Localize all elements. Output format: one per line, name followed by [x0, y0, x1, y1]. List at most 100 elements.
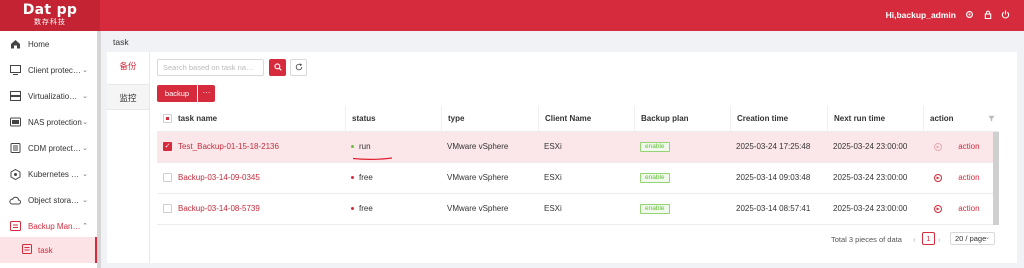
column-header: status [345, 106, 376, 132]
status-dot [351, 176, 354, 180]
play-icon[interactable]: ▶ [934, 204, 942, 213]
client-cell: ESXi [544, 204, 562, 213]
table-header: task name status type Client Name Backup… [157, 106, 999, 132]
total-count: Total 3 pieces of data [831, 235, 902, 244]
sidebar: Home Client protec… ⌄ Virtualizatio… ⌄ N… [0, 31, 100, 268]
chevron-down-icon: ⌄ [82, 171, 88, 178]
table-row[interactable]: ✓ Test_Backup-01-15-18-2136 run VMware v… [157, 132, 993, 163]
creation-time-cell: 2025-03-14 09:03:48 [736, 173, 811, 182]
virtualization-icon [8, 90, 22, 102]
plan-badge: enable [640, 141, 670, 152]
tab-monitor[interactable]: 监控 [107, 84, 149, 110]
type-cell: VMware vSphere [447, 173, 509, 182]
row-checkbox[interactable] [163, 173, 172, 182]
plan-cell: enable [634, 194, 670, 224]
chevron-down-icon: ⌄ [82, 197, 88, 204]
sidebar-item-client-protection[interactable]: Client protec… ⌄ [0, 57, 96, 83]
chevron-down-icon: ⌄ [984, 235, 990, 241]
sidebar-scrollbar[interactable] [97, 31, 101, 268]
chevron-down-icon: ⌄ [82, 119, 88, 126]
sidebar-item-label: CDM protect… [28, 143, 81, 153]
sidebar-item-kubernetes[interactable]: Kubernetes … ⌄ [0, 161, 96, 187]
tab-backup[interactable]: 备份 [107, 53, 149, 79]
power-icon[interactable] [1001, 10, 1010, 21]
logo-sub-text: 数存科技 [34, 19, 66, 26]
refresh-icon [295, 62, 303, 73]
column-header: Next run time [827, 106, 885, 132]
chevron-up-icon: ⌃ [82, 223, 88, 230]
table-scrollbar[interactable] [993, 132, 999, 225]
status-text: free [359, 204, 373, 213]
cdm-icon [8, 142, 22, 154]
page-number-button[interactable]: 1 [922, 232, 935, 245]
breadcrumb: task [113, 37, 129, 47]
sidebar-item-backup-manager[interactable]: Backup Man… ⌃ [0, 213, 96, 239]
table-row[interactable]: Backup-03-14-08-5739 free VMware vSphere… [157, 194, 993, 225]
plan-badge: enable [640, 172, 670, 183]
play-icon[interactable]: ▶ [934, 173, 942, 182]
task-name-link[interactable]: Backup-03-14-09-0345 [172, 163, 260, 193]
column-header: Creation time [730, 106, 788, 132]
sidebar-subitem-task[interactable]: task [0, 237, 97, 263]
search-input[interactable] [157, 59, 264, 76]
sidebar-item-nas-protection[interactable]: NAS protection ⌄ [0, 109, 96, 135]
row-checkbox[interactable] [163, 204, 172, 213]
column-header: task name [178, 114, 218, 123]
sidebar-item-label: Client protec… [28, 65, 81, 75]
type-cell: VMware vSphere [447, 204, 509, 213]
chevron-down-icon: ⌄ [82, 93, 88, 100]
play-icon[interactable]: ▶ [934, 142, 942, 151]
column-header: type [441, 106, 464, 132]
search-icon [273, 62, 282, 73]
refresh-button[interactable] [290, 59, 307, 76]
sidebar-item-virtualization[interactable]: Virtualizatio… ⌄ [0, 83, 96, 109]
status-text: free [359, 173, 373, 182]
task-name-link[interactable]: Test_Backup-01-15-18-2136 [172, 132, 279, 162]
backup-button[interactable]: backup [157, 85, 197, 102]
column-header: Client Name [538, 106, 591, 132]
client-cell: ESXi [544, 173, 562, 182]
search-button[interactable] [269, 59, 286, 76]
next-run-cell: 2025-03-24 23:00:00 [833, 173, 908, 182]
creation-time-cell: 2025-03-24 17:25:48 [736, 142, 811, 151]
filter-icon[interactable] [988, 115, 995, 124]
home-icon [8, 38, 22, 50]
action-link[interactable]: action [958, 173, 979, 182]
nas-icon [8, 116, 22, 128]
column-header: action [923, 106, 954, 132]
plan-badge: enable [640, 203, 670, 214]
status-dot [351, 145, 354, 149]
plan-cell: enable [634, 132, 670, 162]
prev-page-icon[interactable]: ‹ [913, 235, 916, 244]
sidebar-item-label: Backup Man… [28, 221, 81, 231]
task-name-link[interactable]: Backup-03-14-08-5739 [172, 194, 260, 224]
more-button[interactable]: ··· [198, 85, 215, 102]
client-cell: ESXi [544, 142, 562, 151]
logo[interactable]: Dat pp 数存科技 [0, 0, 100, 31]
table-row[interactable]: Backup-03-14-09-0345 free VMware vSphere… [157, 163, 993, 194]
status-text: run [359, 142, 371, 151]
annotation-underline [352, 157, 393, 161]
creation-time-cell: 2025-03-14 08:57:41 [736, 204, 811, 213]
select-all-checkbox[interactable] [163, 114, 172, 123]
next-page-icon[interactable]: › [938, 235, 941, 244]
action-link[interactable]: action [958, 204, 979, 213]
action-link[interactable]: action [958, 142, 979, 151]
status-dot [351, 207, 354, 211]
next-run-cell: 2025-03-24 23:00:00 [833, 142, 908, 151]
cloud-icon [8, 194, 22, 206]
row-checkbox[interactable]: ✓ [163, 142, 172, 151]
lock-icon[interactable] [984, 10, 992, 21]
task-icon [22, 244, 32, 256]
page-size-select[interactable]: 20 / page ⌄ [950, 232, 995, 245]
client-icon [8, 64, 22, 76]
sidebar-item-home[interactable]: Home [0, 31, 96, 57]
sidebar-item-object-storage[interactable]: Object stora… ⌄ [0, 187, 96, 213]
action-cell: ▶ action [928, 163, 980, 193]
gear-icon[interactable] [965, 10, 974, 21]
status-cell: free [345, 194, 373, 224]
status-cell: free [345, 163, 373, 193]
user-greeting[interactable]: Hi,backup_admin [886, 10, 956, 20]
plan-cell: enable [634, 163, 670, 193]
sidebar-item-cdm-protection[interactable]: CDM protect… ⌄ [0, 135, 96, 161]
